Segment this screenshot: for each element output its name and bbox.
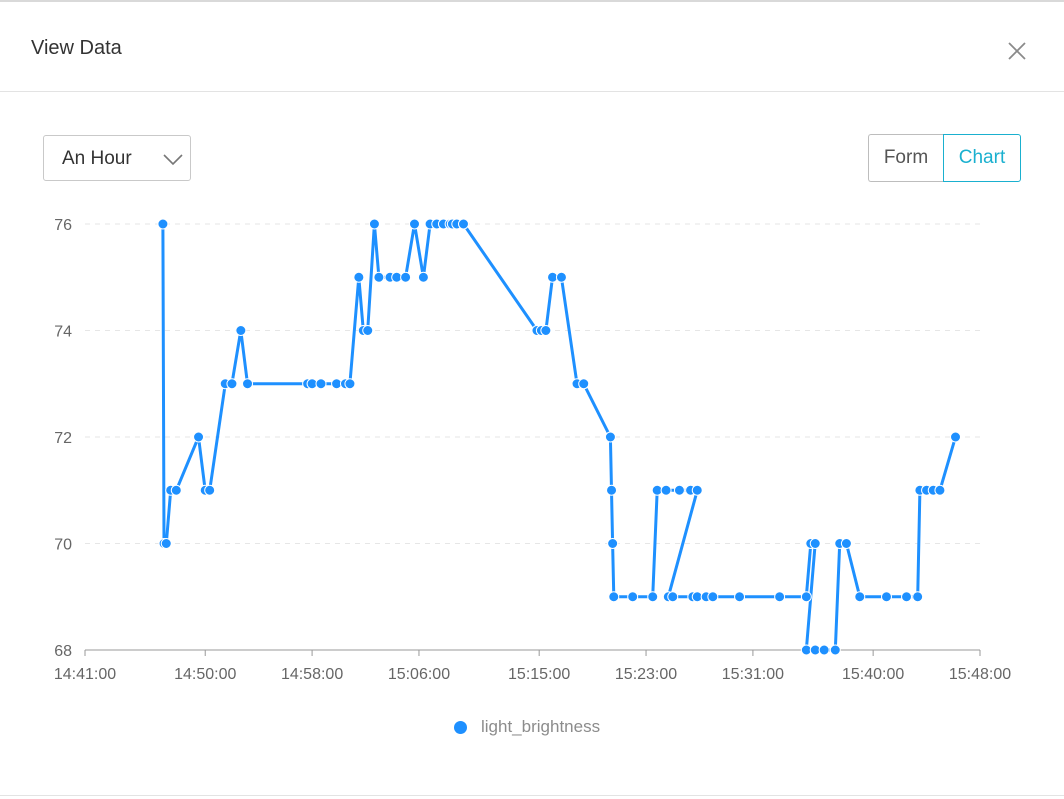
y-tick-label: 70: [54, 537, 72, 554]
data-point: [362, 325, 374, 336]
y-tick-label: 76: [54, 217, 72, 234]
data-point: [315, 378, 327, 390]
data-point: [667, 591, 679, 603]
data-point: [578, 378, 590, 390]
data-point: [204, 484, 216, 496]
data-point: [400, 271, 412, 283]
data-point: [417, 271, 429, 283]
data-point: [627, 591, 639, 603]
data-point: [457, 218, 469, 230]
data-point: [734, 591, 746, 603]
data-point: [555, 271, 567, 283]
x-tick-label: 14:50:00: [174, 666, 236, 683]
x-tick-label: 14:58:00: [281, 666, 343, 683]
x-tick-label: 15:06:00: [388, 666, 450, 683]
data-point: [840, 538, 852, 549]
data-point: [373, 271, 385, 283]
y-tick-label: 68: [54, 643, 72, 660]
x-tick-label: 15:31:00: [722, 666, 784, 683]
data-point: [809, 538, 821, 549]
data-point: [242, 378, 254, 390]
data-point: [854, 591, 866, 603]
x-tick-label: 14:41:00: [54, 666, 116, 683]
data-point: [673, 484, 685, 496]
data-point: [353, 271, 365, 283]
data-point: [934, 484, 946, 496]
data-point: [707, 591, 719, 603]
data-point: [818, 644, 830, 656]
data-point: [647, 591, 659, 603]
data-point: [160, 538, 172, 549]
data-point: [660, 484, 672, 496]
data-point: [170, 484, 182, 496]
data-point: [409, 218, 421, 230]
chart-legend[interactable]: light_brightness: [454, 717, 600, 737]
data-point: [235, 325, 247, 336]
y-tick-label: 74: [54, 324, 72, 341]
data-point: [604, 431, 616, 443]
data-point: [193, 431, 205, 443]
data-point: [344, 378, 356, 390]
data-point: [901, 591, 913, 603]
y-tick-label: 72: [54, 430, 72, 447]
data-point: [368, 218, 380, 230]
data-point: [540, 325, 552, 336]
modal-footer-divider: [0, 795, 1064, 796]
data-point: [829, 644, 841, 656]
data-point: [691, 484, 703, 496]
x-tick-label: 15:23:00: [615, 666, 677, 683]
data-point: [157, 218, 169, 230]
x-tick-label: 15:48:00: [949, 666, 1011, 683]
data-point: [950, 431, 962, 443]
x-tick-label: 15:15:00: [508, 666, 570, 683]
view-data-modal: View Data An Hour Form Chart 68 70 72 74 76 1…: [0, 0, 1064, 799]
data-point: [880, 591, 892, 603]
data-point: [774, 591, 786, 603]
data-point: [226, 378, 238, 390]
legend-marker: [454, 720, 467, 734]
data-point: [606, 484, 618, 496]
data-point: [608, 591, 620, 603]
data-point: [800, 591, 812, 603]
data-point: [912, 591, 924, 603]
brightness-chart: 68 70 72 74 76 14:41:00 14:50:00 14:58:00 15:06:…: [54, 217, 1011, 683]
legend-label: light_brightness: [481, 717, 601, 736]
x-tick-label: 15:40:00: [842, 666, 904, 683]
data-point: [607, 538, 619, 549]
